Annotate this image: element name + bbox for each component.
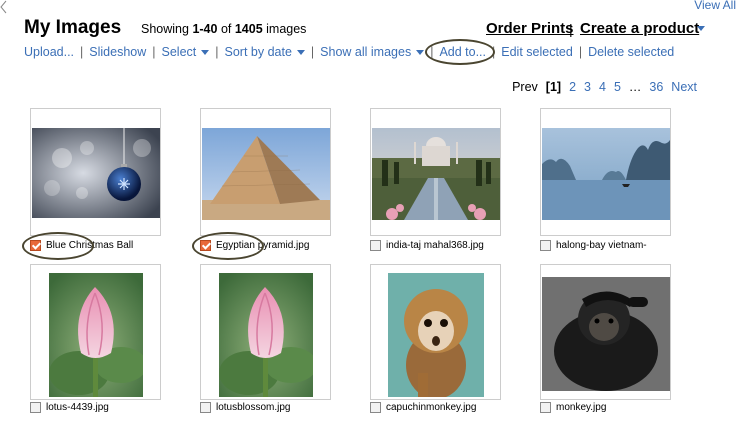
upload-button[interactable]: Upload... (24, 45, 74, 59)
pager-page-last[interactable]: 36 (649, 80, 663, 94)
select-checkbox[interactable] (200, 402, 211, 413)
select-dropdown[interactable]: Select (162, 45, 210, 59)
christmas-ornament-thumbnail[interactable] (32, 128, 160, 218)
pager-page-3[interactable]: 3 (584, 80, 591, 94)
showing-of: of (217, 22, 235, 36)
pagination: Prev [1] 2 3 4 5 … 36 Next (504, 80, 697, 94)
image-card[interactable] (540, 108, 671, 236)
image-count-status: Showing 1-40 of 1405 images (141, 22, 306, 36)
select-label: Select (161, 45, 197, 59)
caret-down-icon (296, 49, 305, 55)
slideshow-label: Slideshow (89, 45, 147, 59)
monkey-thumbnail[interactable] (388, 273, 484, 399)
upload-label: Upload... (24, 45, 75, 59)
create-product-dropdown-icon[interactable] (697, 26, 705, 31)
pager-page-2[interactable]: 2 (569, 80, 576, 94)
image-card[interactable] (370, 108, 501, 236)
image-caption-row: india-taj mahal368.jpg (370, 240, 484, 251)
image-filename: india-taj mahal368.jpg (386, 240, 484, 251)
select-checkbox[interactable] (370, 402, 381, 413)
chimpanzee-thumbnail[interactable] (542, 277, 670, 391)
image-card[interactable] (370, 264, 501, 400)
toolbar-separator: | (215, 45, 219, 59)
create-product-link[interactable]: Create a product (580, 20, 699, 37)
image-card[interactable] (200, 108, 331, 236)
corner-arrow-icon (0, 0, 7, 14)
showing-suffix: images (262, 22, 307, 36)
delete-selected-button[interactable]: Delete selected (588, 45, 674, 59)
select-checkbox[interactable] (540, 402, 551, 413)
select-checkbox[interactable] (370, 240, 381, 251)
pager-next[interactable]: Next (671, 80, 697, 94)
lotus-thumbnail[interactable] (49, 273, 147, 397)
halong-bay-thumbnail[interactable] (542, 128, 670, 220)
caret-down-icon (416, 49, 425, 55)
image-filename: capuchinmonkey.jpg (386, 402, 477, 413)
image-caption-row: lotusblossom.jpg (200, 402, 290, 413)
image-filename: lotus-4439.jpg (46, 402, 109, 413)
lotus-thumbnail[interactable] (219, 273, 317, 397)
showing-total: 1405 (234, 22, 263, 36)
pager-page-4[interactable]: 4 (599, 80, 606, 94)
image-card[interactable] (30, 108, 161, 236)
annotation-oval-checked (22, 232, 94, 260)
pager-current: [1] (545, 80, 562, 94)
pager-prev[interactable]: Prev (512, 80, 538, 94)
pager-page-5[interactable]: 5 (614, 80, 621, 94)
pyramid-thumbnail[interactable] (202, 128, 330, 220)
header-separator: | (569, 21, 573, 37)
image-filename: lotusblossom.jpg (216, 402, 291, 413)
order-prints-link[interactable]: Order Prints (486, 20, 574, 37)
toolbar-separator: | (578, 45, 583, 59)
view-all-link[interactable]: View All (694, 0, 736, 12)
showing-range: 1-40 (192, 22, 218, 36)
image-card[interactable] (540, 264, 671, 400)
toolbar-separator: | (310, 45, 315, 59)
page-title: My Images (24, 17, 122, 38)
image-filename: monkey.jpg (556, 402, 607, 413)
select-checkbox[interactable] (30, 402, 41, 413)
show-all-images-dropdown[interactable]: Show all images (320, 45, 425, 59)
sort-by-date-label: Sort by date (224, 45, 292, 59)
taj-mahal-thumbnail[interactable] (372, 128, 500, 220)
toolbar-separator: | (80, 45, 84, 59)
pager-ellipsis: … (628, 80, 642, 94)
image-filename: halong-bay vietnam- (556, 240, 647, 251)
toolbar: Upload... | Slideshow | Select | Sort by date |… (24, 45, 674, 59)
image-caption-row: capuchinmonkey.jpg (370, 402, 476, 413)
image-card[interactable] (30, 264, 161, 400)
annotation-oval-add-to (425, 39, 495, 65)
image-caption-row: monkey.jpg (540, 402, 606, 413)
show-all-images-label: Show all images (320, 45, 412, 59)
caret-down-icon (201, 49, 210, 55)
sort-by-date-dropdown[interactable]: Sort by date (225, 45, 305, 59)
toolbar-separator: | (152, 45, 156, 59)
image-card[interactable] (200, 264, 331, 400)
edit-selected-label: Edit selected (501, 45, 573, 59)
slideshow-button[interactable]: Slideshow (89, 45, 146, 59)
image-caption-row: halong-bay vietnam- (540, 240, 647, 251)
select-checkbox[interactable] (540, 240, 551, 251)
showing-prefix: Showing (141, 22, 193, 36)
edit-selected-button[interactable]: Edit selected (501, 45, 573, 59)
image-caption-row: lotus-4439.jpg (30, 402, 109, 413)
delete-selected-label: Delete selected (588, 45, 675, 59)
annotation-oval-checked (192, 232, 264, 260)
